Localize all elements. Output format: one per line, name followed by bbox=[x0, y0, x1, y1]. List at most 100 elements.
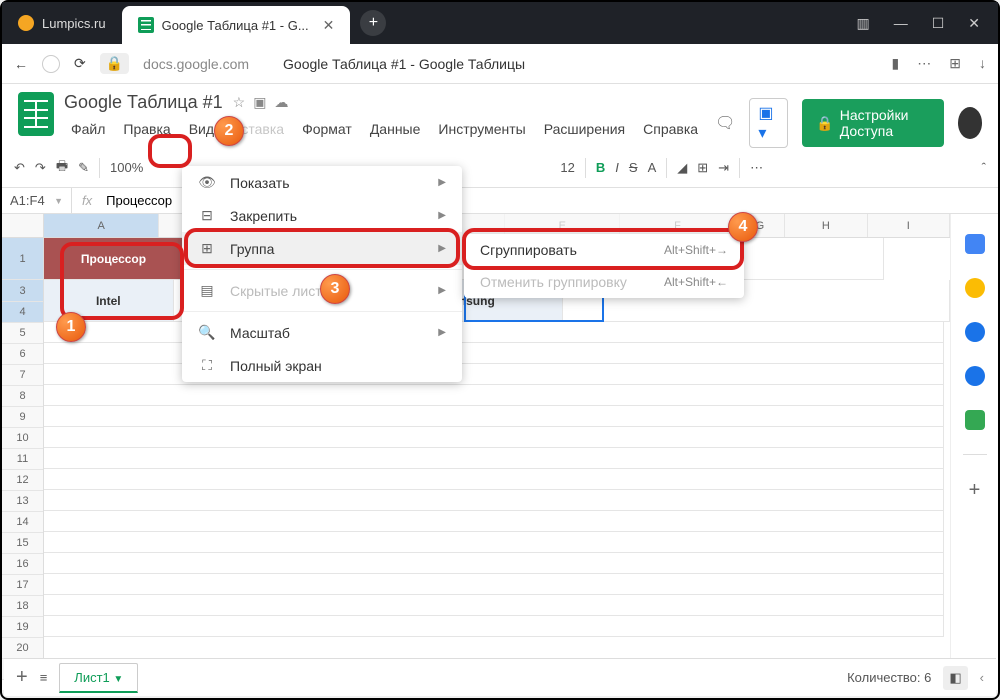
menu-item-zoom[interactable]: 🔍Масштаб▶ bbox=[182, 316, 462, 349]
cell[interactable] bbox=[44, 469, 944, 490]
row-header[interactable]: 3 bbox=[2, 281, 43, 302]
reload-icon[interactable]: ⟳ bbox=[74, 55, 86, 72]
move-icon[interactable]: ▣ bbox=[253, 94, 266, 111]
browser-tab-inactive[interactable]: Lumpics.ru bbox=[2, 2, 122, 44]
tasks-icon[interactable] bbox=[965, 322, 985, 342]
menu-item-group[interactable]: ⊞Группа▶ bbox=[182, 232, 462, 265]
sheets-logo-icon[interactable] bbox=[18, 92, 54, 136]
cell[interactable] bbox=[44, 427, 944, 448]
row-header[interactable]: 9 bbox=[2, 407, 43, 428]
merge-icon[interactable]: ⇥ bbox=[718, 160, 729, 176]
row-header[interactable]: 12 bbox=[2, 470, 43, 491]
url-text[interactable]: docs.google.com bbox=[143, 56, 249, 72]
row-header[interactable]: 8 bbox=[2, 386, 43, 407]
name-box[interactable]: A1:F4▼ bbox=[2, 188, 72, 213]
menu-extensions[interactable]: Расширения bbox=[537, 117, 632, 141]
cell[interactable] bbox=[44, 532, 944, 553]
col-header[interactable]: A bbox=[44, 214, 159, 237]
row-header[interactable]: 5 bbox=[2, 323, 43, 344]
menu-item-fullscreen[interactable]: ⛶Полный экран bbox=[182, 349, 462, 382]
row-header[interactable]: 4 bbox=[2, 302, 43, 323]
explore-icon[interactable]: ◧ bbox=[943, 666, 967, 690]
chevron-left-icon[interactable]: ‹ bbox=[980, 670, 984, 685]
row-header[interactable]: 17 bbox=[2, 575, 43, 596]
row-header[interactable]: 13 bbox=[2, 491, 43, 512]
menu-help[interactable]: Справка bbox=[636, 117, 705, 141]
strike-button[interactable]: S bbox=[629, 160, 638, 175]
row-header[interactable]: 1 bbox=[2, 238, 43, 280]
collapse-icon[interactable]: ˆ bbox=[982, 160, 986, 175]
row-header[interactable]: 11 bbox=[2, 449, 43, 470]
menu-data[interactable]: Данные bbox=[363, 117, 428, 141]
paint-icon[interactable]: ✎ bbox=[78, 160, 89, 176]
cell[interactable] bbox=[44, 406, 944, 427]
more-icon[interactable]: ⋯ bbox=[917, 55, 931, 72]
cloud-icon[interactable]: ☁ bbox=[274, 94, 288, 111]
menu-item-group-rows[interactable]: СгруппироватьAlt+Shift+→ bbox=[464, 234, 744, 266]
close-window-icon[interactable]: ✕ bbox=[968, 15, 980, 32]
row-header[interactable]: 6 bbox=[2, 344, 43, 365]
cell[interactable] bbox=[44, 448, 944, 469]
sheet-tab[interactable]: Лист1 ▼ bbox=[59, 663, 138, 693]
present-icon[interactable]: ▣ ▾ bbox=[749, 98, 788, 148]
cell[interactable] bbox=[44, 511, 944, 532]
col-header[interactable]: H bbox=[785, 214, 867, 237]
share-button[interactable]: 🔒 Настройки Доступа bbox=[802, 99, 943, 147]
maximize-icon[interactable]: ☐ bbox=[932, 15, 945, 32]
row-header[interactable]: 15 bbox=[2, 533, 43, 554]
avatar[interactable] bbox=[958, 107, 982, 139]
maps-icon[interactable] bbox=[965, 410, 985, 430]
count-label[interactable]: Количество: 6 bbox=[847, 670, 931, 685]
extensions-icon[interactable]: ⊞ bbox=[949, 55, 961, 72]
minimize-icon[interactable]: — bbox=[894, 15, 908, 32]
cell[interactable] bbox=[44, 553, 944, 574]
cell[interactable] bbox=[44, 490, 944, 511]
menu-edit[interactable]: Правка bbox=[116, 117, 177, 141]
row-header[interactable]: 7 bbox=[2, 365, 43, 386]
row-header[interactable]: 20 bbox=[2, 638, 43, 659]
close-tab-icon[interactable]: ✕ bbox=[323, 17, 335, 34]
collections-icon[interactable]: ▥ bbox=[856, 15, 869, 32]
zoom-select[interactable]: 100% bbox=[110, 160, 143, 175]
cell[interactable] bbox=[44, 595, 944, 616]
cell-header[interactable]: Процессор bbox=[44, 238, 184, 280]
add-sheet-icon[interactable]: + bbox=[16, 666, 28, 689]
cell[interactable] bbox=[44, 574, 944, 595]
cell[interactable] bbox=[44, 616, 944, 637]
redo-icon[interactable]: ↷ bbox=[35, 160, 46, 176]
row-header[interactable]: 16 bbox=[2, 554, 43, 575]
menu-tools[interactable]: Инструменты bbox=[431, 117, 532, 141]
font-size[interactable]: 12 bbox=[560, 160, 574, 175]
print-icon[interactable]: 🖶 bbox=[56, 157, 68, 179]
row-header[interactable]: 18 bbox=[2, 596, 43, 617]
new-tab-button[interactable]: + bbox=[360, 10, 386, 36]
text-color-button[interactable]: A bbox=[648, 160, 657, 175]
row-header[interactable]: 10 bbox=[2, 428, 43, 449]
bookmark-icon[interactable]: ▮ bbox=[892, 55, 900, 72]
menu-file[interactable]: Файл bbox=[64, 117, 112, 141]
browser-tab-active[interactable]: Google Таблица #1 - G... ✕ bbox=[122, 6, 351, 44]
calendar-icon[interactable] bbox=[965, 234, 985, 254]
cell[interactable] bbox=[44, 364, 944, 385]
menu-item-freeze[interactable]: ⊟Закрепить▶ bbox=[182, 199, 462, 232]
downloads-icon[interactable]: ↓ bbox=[979, 55, 986, 72]
italic-button[interactable]: I bbox=[615, 160, 619, 175]
more-tools-icon[interactable]: ⋯ bbox=[750, 160, 763, 176]
select-all-corner[interactable] bbox=[2, 214, 43, 238]
formula-input[interactable]: Процессор bbox=[102, 193, 172, 208]
row-header[interactable]: 14 bbox=[2, 512, 43, 533]
all-sheets-icon[interactable]: ≡ bbox=[40, 670, 48, 685]
cell[interactable] bbox=[44, 322, 944, 343]
contacts-icon[interactable] bbox=[965, 366, 985, 386]
star-icon[interactable]: ☆ bbox=[233, 94, 246, 111]
keep-icon[interactable] bbox=[965, 278, 985, 298]
cell[interactable] bbox=[44, 385, 944, 406]
document-title[interactable]: Google Таблица #1 bbox=[64, 92, 223, 113]
menu-item-show[interactable]: 👁Показать▶ bbox=[182, 166, 462, 199]
add-icon[interactable]: + bbox=[969, 479, 981, 502]
row-header[interactable]: 19 bbox=[2, 617, 43, 638]
yandex-icon[interactable] bbox=[42, 55, 60, 73]
back-icon[interactable]: ← bbox=[14, 56, 28, 72]
bold-button[interactable]: B bbox=[596, 160, 605, 175]
comments-icon[interactable]: 🗨 bbox=[715, 113, 735, 133]
